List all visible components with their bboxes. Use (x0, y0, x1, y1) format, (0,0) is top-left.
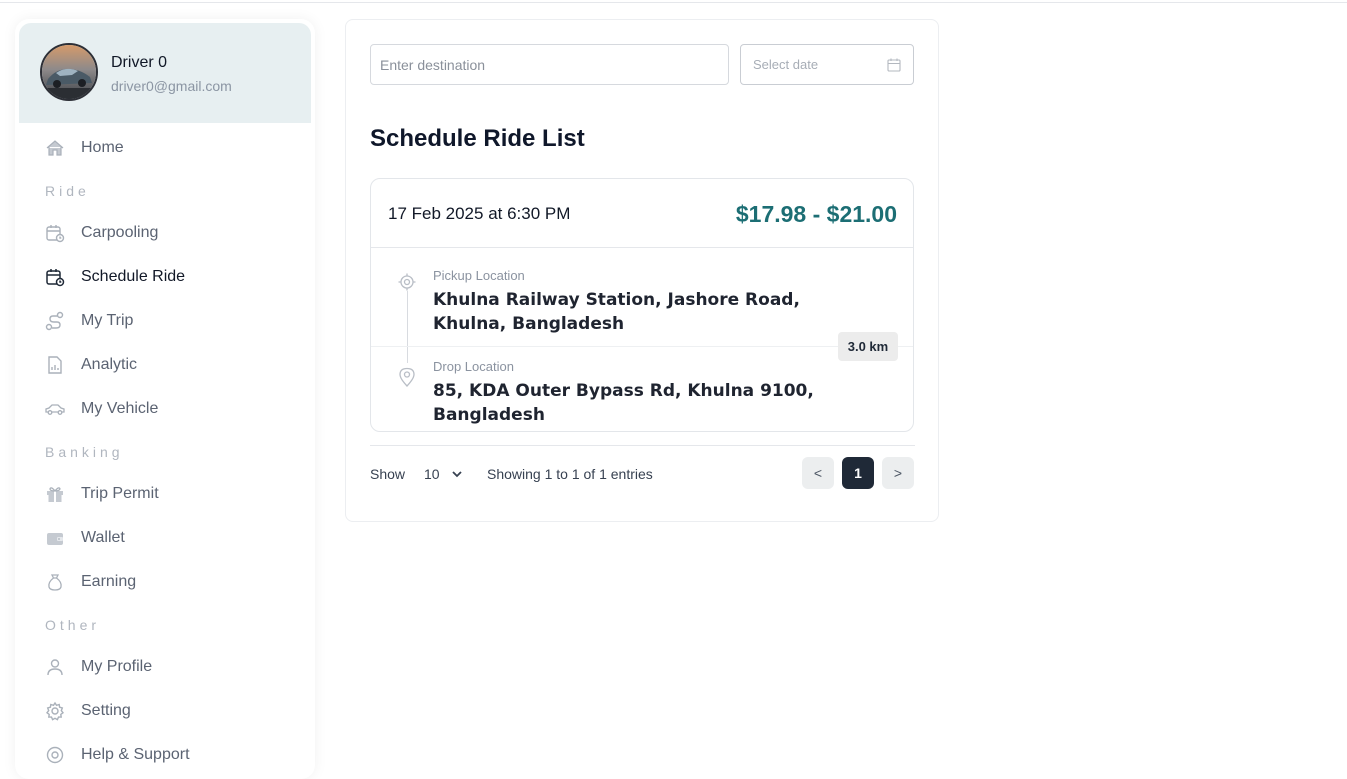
sidebar-item-carpooling[interactable]: Carpooling (15, 215, 315, 251)
route-icon (45, 311, 64, 331)
calendar-clock-icon (46, 269, 65, 287)
sidebar-item-label: My Trip (81, 312, 134, 329)
entries-info: Showing 1 to 1 of 1 entries (487, 466, 653, 482)
section-other: Other (45, 617, 101, 633)
page-title: Schedule Ride List (370, 125, 585, 152)
drop-address: 85, KDA Outer Bypass Rd, Khulna 9100, Ba… (433, 381, 814, 425)
section-banking: Banking (45, 444, 124, 460)
map-pin-icon (399, 367, 415, 387)
prev-page-button[interactable]: < (802, 457, 834, 489)
sidebar-item-my-trip[interactable]: My Trip (15, 303, 315, 339)
divider (371, 247, 913, 248)
sidebar-item-label: My Profile (81, 658, 153, 675)
sidebar-item-analytic[interactable]: Analytic (15, 347, 315, 383)
calendar-clock-icon (46, 225, 65, 243)
sidebar: Driver 0 driver0@gmail.com Home Ride Car… (15, 19, 315, 779)
ride-price: $17.98 - $21.00 (735, 201, 897, 227)
gear-icon (46, 701, 64, 721)
route-line (407, 291, 408, 363)
date-picker[interactable]: Select date (740, 44, 914, 85)
car-icon (45, 404, 65, 415)
sidebar-item-schedule-ride[interactable]: Schedule Ride (15, 259, 315, 295)
calendar-icon (887, 58, 901, 72)
sidebar-item-label: My Vehicle (81, 400, 159, 417)
sidebar-item-my-profile[interactable]: My Profile (15, 649, 315, 685)
schedule-ride-panel: Select date Schedule Ride List 17 Feb 20… (345, 19, 939, 522)
pickup-address: Khulna Railway Station, Jashore Road, Kh… (433, 290, 800, 334)
divider (371, 346, 913, 347)
ride-datetime: 17 Feb 2025 at 6:30 PM (388, 204, 571, 223)
sidebar-item-help-support[interactable]: Help & Support (15, 737, 315, 773)
sidebar-item-label: Wallet (81, 529, 125, 546)
sidebar-item-label: Schedule Ride (81, 268, 186, 285)
pickup-label: Pickup Location (433, 268, 525, 283)
sidebar-item-label: Setting (81, 702, 131, 719)
home-icon (46, 140, 64, 156)
next-page-button[interactable]: > (882, 457, 914, 489)
sidebar-item-label: Home (81, 139, 124, 156)
sidebar-item-my-vehicle[interactable]: My Vehicle (15, 391, 315, 427)
section-ride: Ride (45, 183, 90, 199)
sidebar-item-label: Trip Permit (81, 485, 159, 502)
sidebar-item-setting[interactable]: Setting (15, 693, 315, 729)
wallet-icon (47, 533, 63, 545)
chevron-down-icon (452, 471, 462, 478)
sidebar-item-label: Help & Support (81, 746, 190, 763)
money-bag-icon (48, 574, 62, 591)
avatar[interactable] (40, 43, 98, 101)
profile-card: Driver 0 driver0@gmail.com (19, 23, 311, 123)
sidebar-item-label: Earning (81, 573, 137, 590)
gift-icon (47, 487, 63, 502)
page-size-select[interactable]: 10 (424, 466, 462, 482)
sidebar-item-home[interactable]: Home (15, 130, 315, 166)
profile-name: Driver 0 (111, 54, 168, 71)
divider (370, 445, 915, 446)
date-placeholder: Select date (753, 57, 819, 72)
top-divider (0, 2, 1347, 3)
show-label: Show (370, 466, 406, 482)
page-1-button[interactable]: 1 (842, 457, 874, 489)
sidebar-item-trip-permit[interactable]: Trip Permit (15, 476, 315, 512)
destination-input[interactable] (370, 44, 729, 85)
sidebar-item-label: Analytic (81, 356, 138, 373)
drop-label: Drop Location (433, 359, 514, 374)
user-icon (47, 659, 63, 676)
pickup-target-icon (398, 273, 416, 291)
page-size-value: 10 (424, 466, 440, 482)
ride-card[interactable]: 17 Feb 2025 at 6:30 PM $17.98 - $21.00 P… (370, 178, 914, 432)
distance-badge: 3.0 km (838, 332, 898, 361)
sidebar-item-earning[interactable]: Earning (15, 564, 315, 600)
sidebar-item-wallet[interactable]: Wallet (15, 520, 315, 556)
profile-email: driver0@gmail.com (111, 78, 232, 94)
help-icon (46, 746, 64, 764)
report-icon (48, 356, 62, 374)
sidebar-item-label: Carpooling (81, 224, 159, 241)
